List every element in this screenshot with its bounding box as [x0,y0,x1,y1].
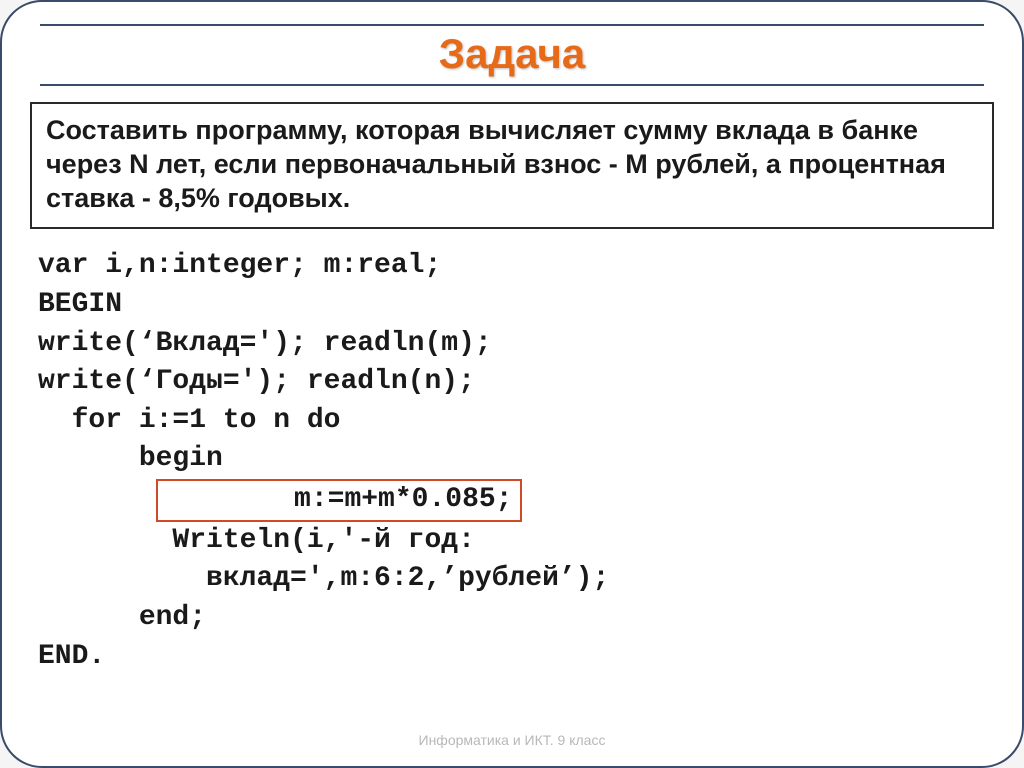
code-line: END. [38,638,986,677]
slide-frame: Задача Составить программу, которая вычи… [0,0,1024,768]
code-line: write(‘Вклад='); readln(m); [38,325,986,364]
code-line: end; [38,599,986,638]
code-line: begin [38,440,986,479]
slide-footer: Информатика и ИКТ. 9 класс [2,732,1022,748]
code-block: var i,n:integer; m:real; BEGIN write(‘Вк… [38,247,986,676]
code-line: вклад=',m:6:2,’рублей’); [38,560,986,599]
title-bar: Задача [40,24,984,86]
code-line: for i:=1 to n do [38,402,986,441]
code-line: BEGIN [38,286,986,325]
code-line: var i,n:integer; m:real; [38,247,986,286]
problem-text: Составить программу, которая вычисляет с… [46,114,978,215]
slide-title: Задача [40,30,984,78]
highlight-box: m:=m+m*0.085; [156,479,523,522]
code-line: write(‘Годы='); readln(n); [38,363,986,402]
problem-statement-box: Составить программу, которая вычисляет с… [30,102,994,229]
code-line: Writeln(i,'-й год: [38,522,986,561]
code-line-highlight: m:=m+m*0.085; [38,479,986,522]
